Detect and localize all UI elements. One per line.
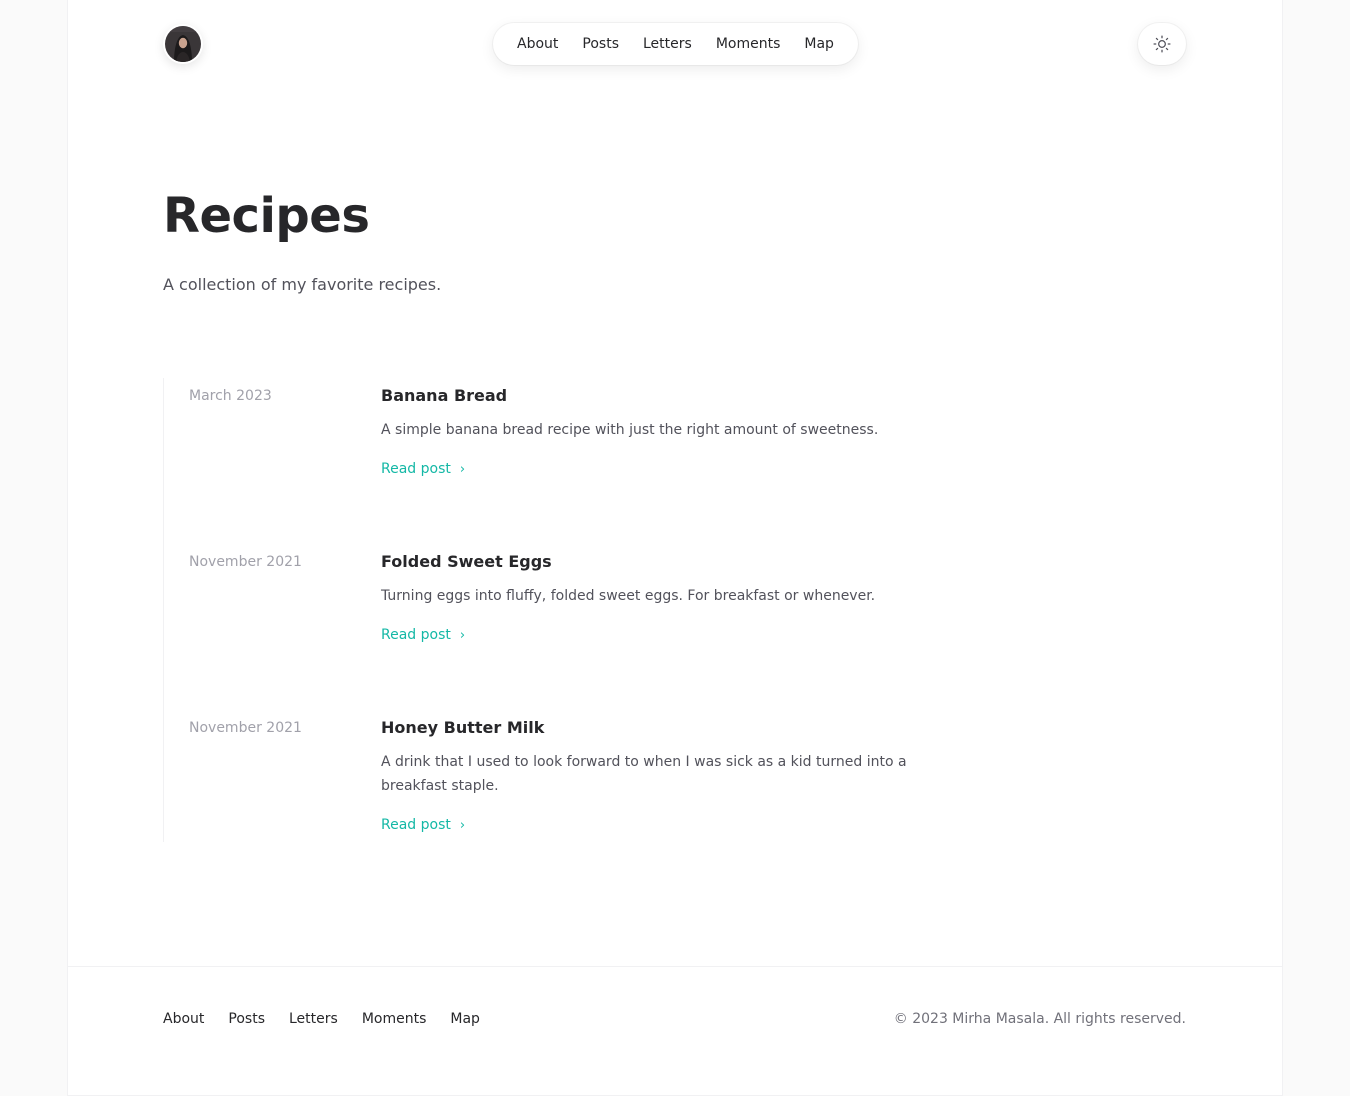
page-title: Recipes — [163, 188, 370, 244]
article-date: March 2023 — [189, 388, 272, 404]
footer-nav-map[interactable]: Map — [450, 1011, 480, 1027]
article-date: November 2021 — [189, 720, 302, 736]
footer-nav-posts[interactable]: Posts — [228, 1011, 265, 1027]
page-container: About Posts Letters Moments Map Recipes … — [68, 0, 1282, 1095]
footer: About Posts Letters Moments Map © 2023 M… — [68, 966, 1282, 1096]
article-list: March 2023 Banana Bread A simple banana … — [163, 378, 924, 842]
avatar — [165, 26, 201, 62]
sun-icon — [1153, 35, 1171, 53]
page-subtitle: A collection of my favorite recipes. — [163, 275, 442, 294]
nav-moments[interactable]: Moments — [704, 23, 793, 65]
read-post-label: Read post — [381, 627, 451, 643]
nav-posts[interactable]: Posts — [570, 23, 631, 65]
read-post-label: Read post — [381, 817, 451, 833]
chevron-right-icon: › — [459, 817, 466, 833]
nav-letters[interactable]: Letters — [631, 23, 704, 65]
footer-nav-about[interactable]: About — [163, 1011, 204, 1027]
nav-about[interactable]: About — [505, 23, 570, 65]
read-post-link[interactable]: Read post › — [381, 461, 465, 477]
read-post-link[interactable]: Read post › — [381, 817, 465, 833]
article-title[interactable]: Honey Butter Milk — [381, 718, 544, 737]
footer-nav: About Posts Letters Moments Map — [163, 1011, 504, 1027]
theme-toggle-button[interactable] — [1138, 23, 1186, 65]
article-description: Turning eggs into fluffy, folded sweet e… — [381, 588, 876, 604]
footer-nav-letters[interactable]: Letters — [289, 1011, 338, 1027]
article-description: A drink that I used to look forward to w… — [381, 754, 907, 794]
main-nav: About Posts Letters Moments Map — [493, 23, 858, 65]
nav-map[interactable]: Map — [792, 23, 846, 65]
read-post-link[interactable]: Read post › — [381, 627, 465, 643]
chevron-right-icon: › — [459, 627, 466, 643]
read-post-label: Read post — [381, 461, 451, 477]
avatar-home-link[interactable] — [163, 24, 203, 64]
article-date: November 2021 — [189, 554, 302, 570]
footer-nav-moments[interactable]: Moments — [362, 1011, 427, 1027]
copyright-text: © 2023 Mirha Masala. All rights reserved… — [893, 1011, 1186, 1027]
chevron-right-icon: › — [459, 461, 466, 477]
article-title[interactable]: Banana Bread — [381, 386, 507, 405]
article-title[interactable]: Folded Sweet Eggs — [381, 552, 552, 571]
article-description: A simple banana bread recipe with just t… — [381, 422, 879, 438]
